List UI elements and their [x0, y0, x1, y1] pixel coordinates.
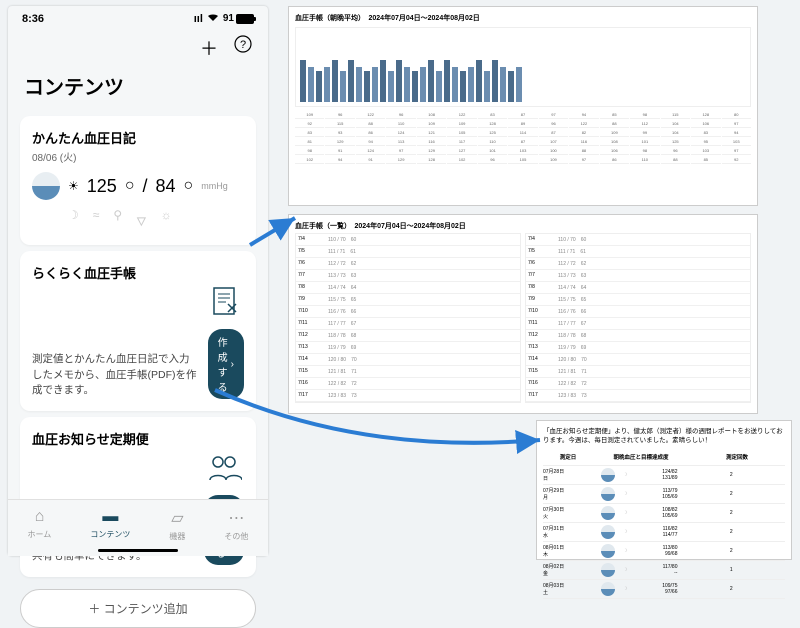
tab-contents[interactable]: ▬コンテンツ — [90, 508, 130, 542]
notebook-card: らくらく血圧手帳 測定値とかんたん血圧日記で入力したメモから、血圧手帳(PDF)… — [20, 251, 256, 411]
add-icon[interactable]: ＋ — [200, 35, 218, 61]
tab-devices[interactable]: ▱機器 — [169, 508, 185, 542]
chevron-right-icon: › — [231, 359, 234, 370]
wifi-icon — [207, 12, 219, 25]
more-icon: ⋯ — [228, 508, 244, 528]
report-list: 血圧手帳（一覧） 2024年07月04日～2024年08月02日 7/4110 … — [288, 214, 758, 414]
sun-icon: ☀ — [68, 179, 79, 193]
gauge-icon — [601, 563, 615, 577]
list-table: 7/4110 / 70 607/5111 / 71 617/6112 / 72 … — [525, 233, 751, 403]
people-icon — [206, 450, 242, 486]
gauge-icon — [601, 506, 615, 520]
bp-gauge-icon — [32, 172, 60, 200]
weekly-row: 08月02日 金☽117/80 --1 — [543, 561, 785, 580]
notebook-desc: 測定値とかんたん血圧日記で入力したメモから、血圧手帳(PDF)を作成できます。 — [32, 352, 200, 399]
contents-icon: ▬ — [102, 508, 118, 526]
walk-icon: ⚲ — [113, 208, 122, 233]
moon-icon: ☽ — [68, 208, 79, 233]
page-title: コンテンツ — [8, 65, 268, 110]
status-bar: 8:36 ııl 91 — [8, 6, 268, 31]
weekly-row: 07月30日 火☽108/82 105/692 — [543, 504, 785, 523]
weekly-row: 08月01日 木☽113/80 99/682 — [543, 542, 785, 561]
list-table: 7/4110 / 70 607/5111 / 71 617/6112 / 72 … — [295, 233, 521, 403]
bp-unit: mmHg — [201, 181, 228, 191]
weekly-row: 07月29日 月☽113/79 105/692 — [543, 485, 785, 504]
notebook-title: らくらく血圧手帳 — [32, 263, 244, 282]
weekly-row: 07月28日 日☽124/82 131/892 — [543, 466, 785, 485]
gauge-icon — [601, 544, 615, 558]
report-mail: 「血圧お知らせ定期便」より、健太郎（測定者）様の週間レポートをお送りしております… — [536, 420, 792, 560]
bp-chart — [295, 27, 751, 107]
tab-home[interactable]: ⌂ホーム — [28, 508, 52, 542]
diastolic: 84 — [156, 176, 176, 197]
report-chart: 血圧手帳（朝晩平均） 2024年07月04日～2024年08月02日 10996… — [288, 6, 758, 206]
diary-date: 08/06 (火) — [32, 149, 244, 164]
weekly-row: 08月03日 土☽109/75 97/662 — [543, 580, 785, 599]
gauge-icon — [601, 468, 615, 482]
phone-frame: 8:36 ııl 91 ＋ ? コンテンツ かんたん血圧日記 08/06 (火)… — [8, 6, 268, 556]
gauge-icon — [601, 525, 615, 539]
pdf-icon — [208, 284, 244, 320]
bp-ring-icon: ○ — [125, 177, 135, 195]
systolic: 125 — [87, 176, 117, 197]
diary-card[interactable]: かんたん血圧日記 08/06 (火) ☀ 125 ○ / 84 ○ mmHg ☽… — [20, 116, 256, 245]
mail-title: 血圧お知らせ定期便 — [32, 429, 244, 448]
create-button[interactable]: 作成する› — [208, 329, 244, 399]
weekly-row: 07月31日 水☽116/82 114/772 — [543, 523, 785, 542]
bp-ring-icon: ○ — [184, 177, 194, 195]
home-icon: ⌂ — [35, 508, 45, 526]
gauge-icon — [601, 582, 615, 596]
svg-text:?: ? — [240, 39, 246, 51]
help-icon[interactable]: ? — [234, 35, 252, 61]
mail-intro: 「血圧お知らせ定期便」より、健太郎（測定者）様の週間レポートをお送りしております… — [543, 427, 785, 445]
gauge-icon — [601, 487, 615, 501]
drink-icon: 🜄 — [136, 208, 147, 233]
wave-icon: ≈ — [93, 208, 100, 233]
tab-other[interactable]: ⋯その他 — [224, 508, 248, 542]
status-time: 8:36 — [22, 13, 44, 25]
misc-icon: ☼ — [161, 208, 172, 233]
battery-icon: 91 — [223, 13, 254, 24]
add-content-button[interactable]: ＋ コンテンツ追加 — [20, 589, 256, 628]
device-icon: ▱ — [171, 508, 183, 528]
data-table: 1099612296108122838797948598115128809211… — [295, 111, 751, 164]
signal-icon: ııl — [194, 13, 203, 25]
home-indicator — [98, 549, 178, 552]
activity-icons: ☽ ≈ ⚲ 🜄 ☼ — [32, 208, 244, 233]
diary-title: かんたん血圧日記 — [32, 128, 244, 147]
tab-bar: ⌂ホーム ▬コンテンツ ▱機器 ⋯その他 — [8, 499, 268, 556]
